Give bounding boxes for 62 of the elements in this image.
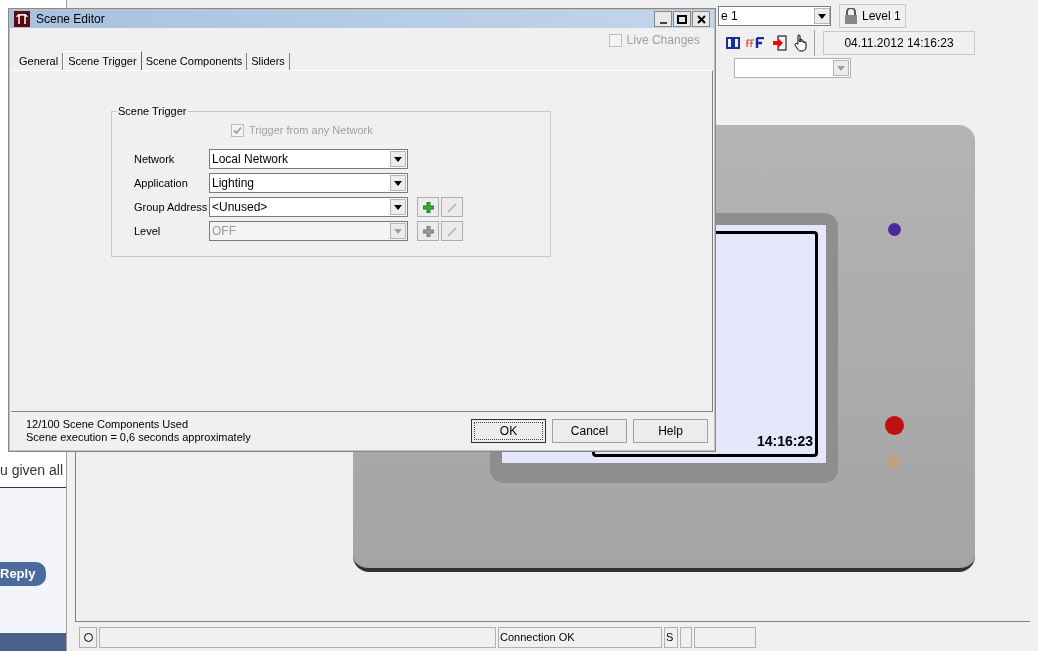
tab[interactable]: Sliders: [247, 53, 290, 70]
check-icon: [233, 125, 242, 135]
window-title: Scene Editor: [36, 11, 105, 28]
maximize-icon: [677, 14, 687, 24]
minimize-button[interactable]: [654, 11, 672, 27]
caret-icon: [818, 13, 826, 19]
close-button[interactable]: [692, 11, 710, 27]
field-label: Group Address: [133, 199, 209, 215]
indicator-light: [885, 416, 904, 435]
dialog-button[interactable]: Cancel: [552, 419, 627, 443]
dropdown-field[interactable]: Lighting: [209, 173, 408, 193]
level-button[interactable]: Level 1: [839, 4, 906, 28]
add-button[interactable]: [417, 197, 439, 217]
caret-icon: [394, 204, 402, 210]
mode-status: S: [664, 626, 678, 648]
tab[interactable]: Scene Components: [141, 53, 248, 70]
field-label: Network: [133, 151, 176, 167]
pencil-icon: [446, 225, 458, 237]
dropdown-value: Local Network: [212, 151, 289, 168]
dropdown-field[interactable]: <Unused>: [209, 197, 408, 217]
summary-text: Scene execution = 0,6 seconds approximately: [26, 431, 251, 444]
plus-icon: [422, 201, 434, 213]
field-label: Level: [133, 223, 162, 239]
pencil-icon: [446, 201, 458, 213]
dialog-button[interactable]: Help: [633, 419, 708, 443]
connection-status: Connection OK: [498, 626, 662, 648]
hand-cursor-icon[interactable]: [794, 34, 808, 52]
status-panel: [680, 626, 692, 648]
dropdown-field[interactable]: Local Network: [209, 149, 408, 169]
dropdown-value: <Unused>: [212, 199, 268, 216]
app-logo-icon: [14, 11, 30, 27]
footer-bar: [0, 633, 66, 651]
exit-door-icon[interactable]: [772, 35, 788, 51]
checkbox-label: Trigger from any Network: [249, 122, 373, 138]
maximize-button[interactable]: [673, 11, 691, 27]
status-panel: [694, 626, 756, 648]
indicator-light: [888, 223, 901, 236]
group-title: Scene Trigger: [117, 104, 188, 118]
close-icon: [696, 14, 706, 24]
checkbox-label: Live Changes: [626, 32, 700, 49]
summary-text: 12/100 Scene Components Used: [26, 418, 190, 431]
tab[interactable]: Scene Trigger: [63, 51, 142, 71]
minimize-icon: [659, 22, 667, 24]
datetime-display: 04.11.2012 14:16:23: [823, 31, 975, 55]
dropdown-field[interactable]: [734, 58, 851, 78]
dropdown-value: OFF: [212, 223, 236, 240]
book-icon[interactable]: [726, 37, 740, 49]
padlock-icon: [844, 8, 858, 24]
field-label: Application: [133, 175, 189, 191]
caret-icon: [394, 180, 402, 186]
page-dropdown[interactable]: e 1: [718, 6, 831, 26]
reply-button[interactable]: Reply: [0, 562, 46, 586]
dropdown-value: e 1: [721, 8, 738, 25]
caret-icon: [394, 156, 402, 162]
plus-icon: [422, 225, 434, 237]
caret-icon: [394, 228, 402, 234]
clock-text: 14:16:23: [756, 432, 813, 451]
dropdown-value: Lighting: [212, 175, 255, 192]
indicator-light: [888, 455, 901, 468]
dialog-button[interactable]: OK: [471, 419, 546, 443]
font-icon[interactable]: [746, 37, 766, 49]
caret-icon: [837, 65, 845, 71]
